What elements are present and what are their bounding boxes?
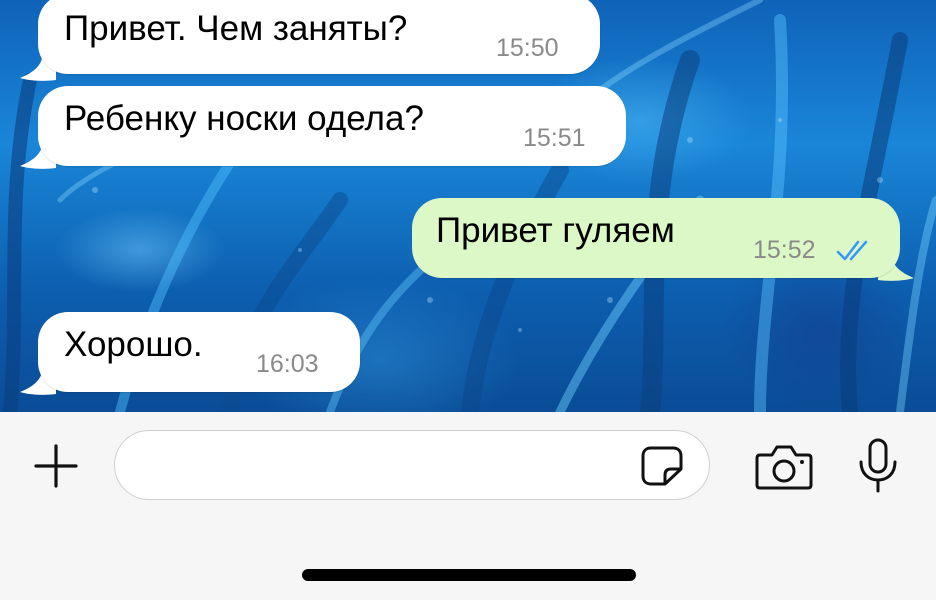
message-time: 15:51: [523, 124, 586, 152]
message-text: Хорошо.: [64, 325, 203, 364]
camera-icon[interactable]: [754, 442, 814, 492]
message-input[interactable]: [114, 430, 710, 500]
plus-icon[interactable]: [32, 442, 80, 490]
message-bubble-incoming[interactable]: Хорошо. 16:03: [38, 312, 360, 392]
chat-background: Привет. Чем заняты? 15:50 Ребенку носки …: [0, 0, 936, 412]
microphone-icon[interactable]: [856, 438, 900, 494]
message-input-bar: [0, 412, 936, 600]
home-indicator[interactable]: [302, 569, 636, 581]
sticker-icon[interactable]: [639, 445, 685, 487]
message-bubble-outgoing[interactable]: Привет гуляем 15:52: [412, 198, 900, 278]
message-time: 15:52: [753, 236, 816, 264]
double-check-icon: [836, 240, 868, 261]
message-text: Привет. Чем заняты?: [64, 9, 408, 48]
message-bubble-incoming[interactable]: Ребенку носки одела? 15:51: [38, 86, 626, 166]
message-text: Привет гуляем: [436, 211, 675, 250]
message-time: 15:50: [496, 34, 559, 62]
message-bubble-incoming[interactable]: Привет. Чем заняты? 15:50: [38, 0, 600, 74]
message-time: 16:03: [256, 350, 319, 378]
message-text: Ребенку носки одела?: [64, 99, 424, 138]
